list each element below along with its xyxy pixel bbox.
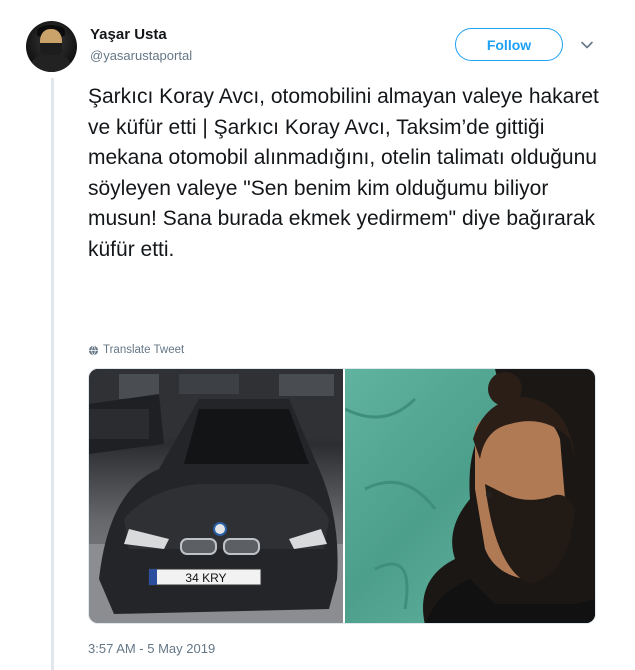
translate-tweet-link[interactable]: Translate Tweet xyxy=(88,344,184,356)
tweet-timestamp[interactable]: 3:57 AM - 5 May 2019 xyxy=(88,641,215,656)
license-plate: 34 KRY xyxy=(185,571,226,585)
globe-icon xyxy=(88,345,99,355)
translate-tweet-label: Translate Tweet xyxy=(103,344,185,356)
person-illustration xyxy=(344,369,595,623)
thread-line xyxy=(51,78,54,670)
avatar[interactable] xyxy=(26,21,77,72)
tweet-text: Şarkıcı Koray Avcı, otomobilini almayan … xyxy=(88,85,599,261)
chevron-down-icon[interactable] xyxy=(580,38,594,52)
tweet-media[interactable]: 34 KRY xyxy=(88,368,596,624)
author-handle[interactable]: @yasarustaportal xyxy=(90,48,192,63)
author-display-name[interactable]: Yaşar Usta xyxy=(90,26,167,43)
car-illustration: 34 KRY xyxy=(89,369,343,623)
car-photo[interactable]: 34 KRY xyxy=(89,369,343,623)
person-photo[interactable] xyxy=(344,369,595,623)
follow-button[interactable]: Follow xyxy=(455,28,563,61)
